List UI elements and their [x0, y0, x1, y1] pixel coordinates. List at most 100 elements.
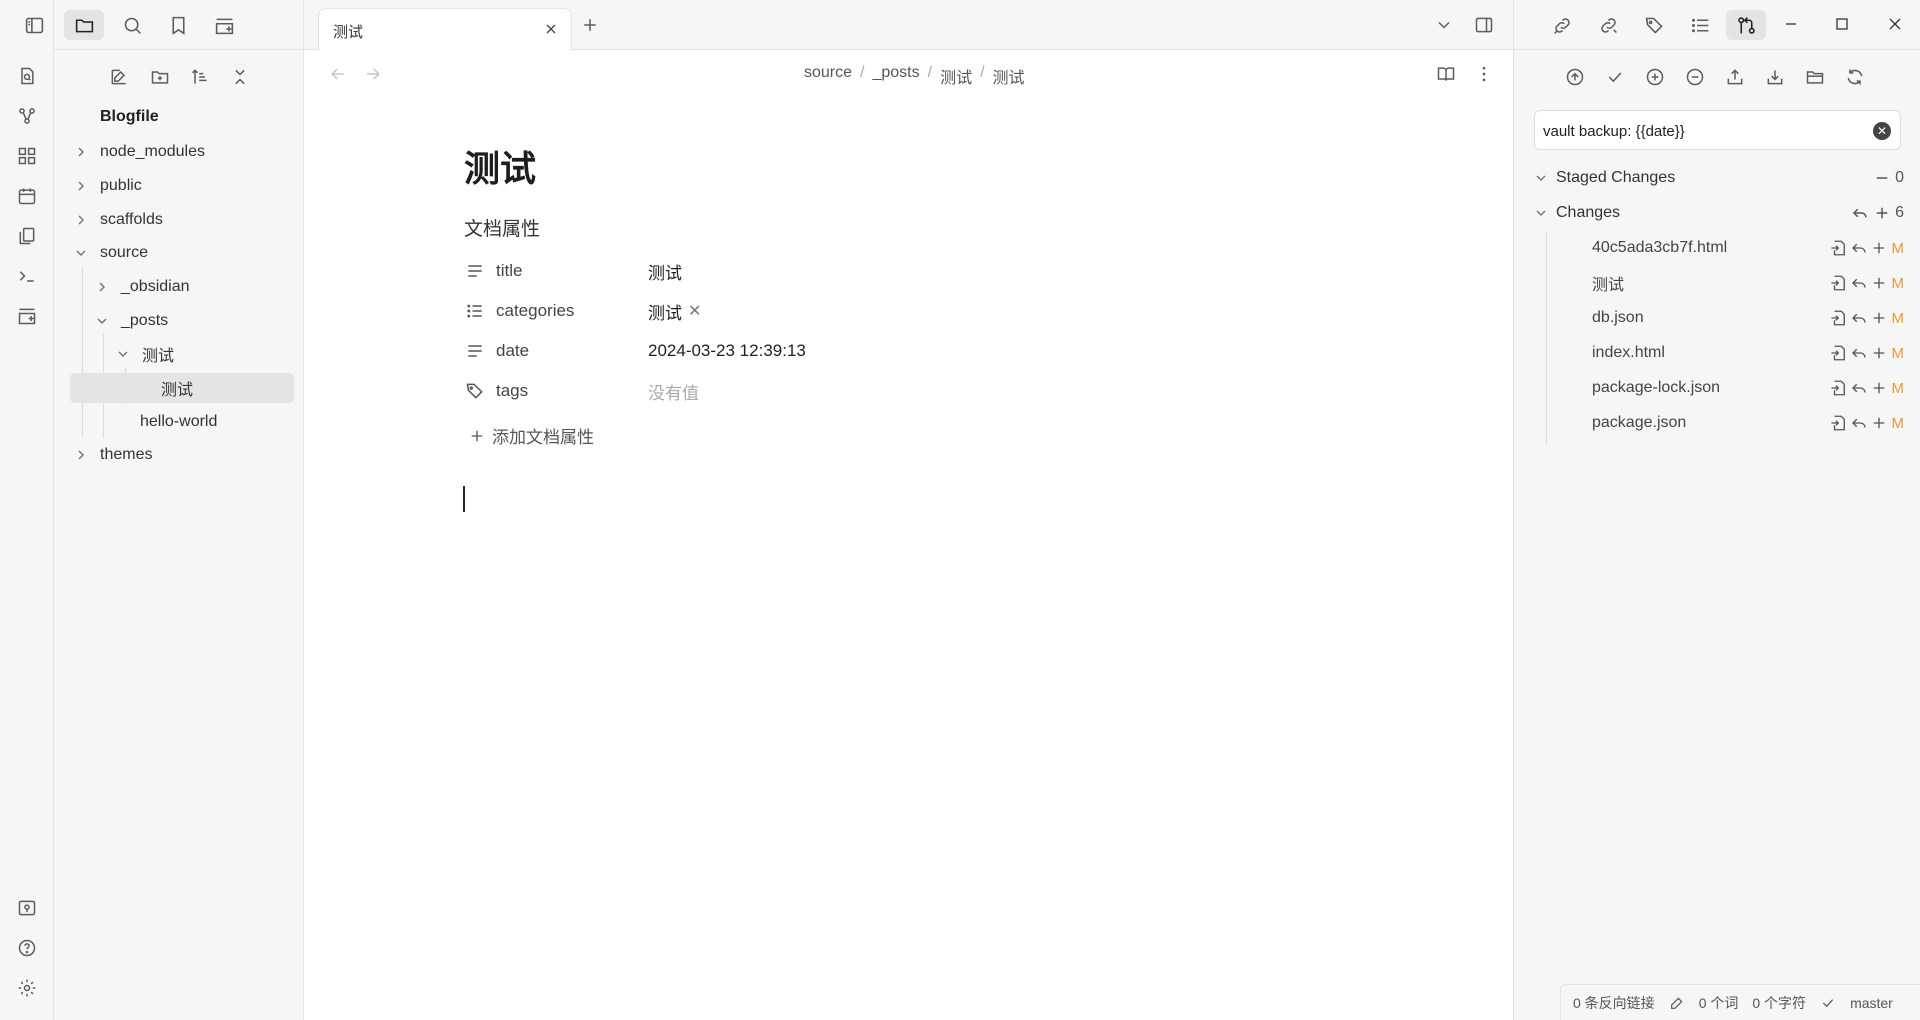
stage-plus-icon[interactable]	[1870, 309, 1888, 327]
add-property-button[interactable]: 添加文档属性	[468, 423, 594, 448]
commit-message-field[interactable]: ✕	[1534, 110, 1901, 150]
calendar-icon[interactable]	[15, 184, 39, 208]
stage-all-plus-circle-icon[interactable]	[1642, 64, 1668, 90]
open-file-icon[interactable]	[1830, 309, 1848, 327]
refresh-icon[interactable]	[1842, 64, 1868, 90]
stage-plus-icon[interactable]	[1870, 239, 1888, 257]
open-vault-icon[interactable]	[15, 896, 39, 920]
toggle-left-sidebar-icon[interactable]	[14, 10, 54, 40]
graph-view-icon[interactable]	[15, 104, 39, 128]
discard-all-undo-icon[interactable]	[1851, 204, 1869, 222]
backlinks-icon[interactable]	[1542, 10, 1582, 40]
tab-list-chevron-down-icon[interactable]	[1432, 13, 1456, 37]
property-row-title[interactable]: title 测试	[464, 254, 1164, 288]
discard-undo-icon[interactable]	[1850, 414, 1868, 432]
bookmarks-tab-icon[interactable]	[158, 10, 198, 40]
commit-message-input[interactable]	[1543, 119, 1863, 143]
tree-folder-public[interactable]: public	[74, 171, 294, 201]
changed-file-row[interactable]: 测试 M	[1554, 268, 1904, 298]
changed-file-row[interactable]: package.json M	[1554, 408, 1904, 438]
edit-pencil-icon[interactable]	[1669, 995, 1685, 1011]
new-folder-icon[interactable]	[146, 63, 174, 91]
tree-file-hello-world[interactable]: hello-world	[116, 407, 294, 437]
property-row-categories[interactable]: categories 测试 ✕	[464, 294, 1164, 328]
vault-name[interactable]: Blogfile	[100, 108, 159, 126]
canvas-icon[interactable]	[15, 144, 39, 168]
settings-gear-icon[interactable]	[15, 976, 39, 1000]
minimize-window-icon[interactable]	[1776, 10, 1806, 38]
tree-folder-posts[interactable]: _posts	[95, 306, 294, 336]
files-tab-folder-icon[interactable]	[64, 10, 104, 40]
open-file-icon[interactable]	[1830, 379, 1848, 397]
templates-icon[interactable]	[15, 224, 39, 248]
property-key[interactable]: date	[496, 341, 648, 361]
close-window-icon[interactable]	[1880, 10, 1910, 38]
back-arrow-icon[interactable]	[326, 62, 350, 86]
search-tab-icon[interactable]	[112, 10, 152, 40]
tab-test[interactable]: 测试	[318, 8, 572, 51]
clear-input-icon[interactable]: ✕	[1873, 122, 1891, 140]
property-value-empty[interactable]: 没有值	[648, 379, 699, 404]
reading-view-book-icon[interactable]	[1434, 62, 1458, 86]
discard-undo-icon[interactable]	[1850, 309, 1868, 327]
tree-folder-obsidian[interactable]: _obsidian	[95, 272, 294, 302]
git-source-control-icon[interactable]	[1726, 10, 1766, 40]
property-row-tags[interactable]: tags 没有值	[464, 374, 1164, 408]
open-file-icon[interactable]	[1830, 344, 1848, 362]
help-icon[interactable]	[15, 936, 39, 960]
changed-file-row[interactable]: index.html M	[1554, 338, 1904, 368]
terminal-icon[interactable]	[15, 264, 39, 288]
breadcrumb-item[interactable]: source	[804, 64, 852, 88]
backup-upload-circle-icon[interactable]	[1562, 64, 1588, 90]
maximize-window-icon[interactable]	[1827, 10, 1857, 38]
changed-file-row[interactable]: 40c5ada3cb7f.html M	[1554, 233, 1904, 263]
git-branch-name[interactable]: master	[1850, 995, 1893, 1011]
toggle-right-sidebar-icon[interactable]	[1472, 13, 1496, 37]
new-card-icon[interactable]	[15, 304, 39, 328]
tree-folder-node-modules[interactable]: node_modules	[74, 137, 294, 167]
unstage-all-minus-circle-icon[interactable]	[1682, 64, 1708, 90]
properties-heading[interactable]: 文档属性	[464, 214, 540, 241]
quick-switcher-icon[interactable]	[15, 64, 39, 88]
tags-pane-icon[interactable]	[1634, 10, 1674, 40]
breadcrumb-item[interactable]: 测试	[993, 64, 1025, 88]
property-value-pill[interactable]: 测试 ✕	[648, 299, 701, 324]
stage-plus-icon[interactable]	[1870, 344, 1888, 362]
text-cursor[interactable]	[463, 486, 465, 512]
stage-all-plus-icon[interactable]	[1873, 204, 1891, 222]
property-row-date[interactable]: date 2024-03-23 12:39:13	[464, 334, 1164, 368]
commit-check-icon[interactable]	[1602, 64, 1628, 90]
remove-pill-icon[interactable]: ✕	[688, 301, 701, 321]
collapse-all-icon[interactable]	[226, 63, 254, 91]
breadcrumb-item[interactable]: _posts	[872, 64, 919, 88]
tree-folder-themes[interactable]: themes	[74, 440, 294, 470]
breadcrumb-item[interactable]: 测试	[940, 64, 972, 88]
changed-file-row[interactable]: package-lock.json M	[1554, 373, 1904, 403]
open-file-icon[interactable]	[1830, 414, 1848, 432]
property-key[interactable]: tags	[496, 381, 648, 401]
backlinks-count[interactable]: 0 条反向链接	[1573, 993, 1655, 1013]
changes-header[interactable]: Changes 6	[1534, 198, 1904, 228]
new-note-icon[interactable]	[105, 63, 133, 91]
stage-plus-icon[interactable]	[1870, 379, 1888, 397]
sort-order-icon[interactable]	[186, 63, 214, 91]
close-tab-icon[interactable]	[541, 19, 561, 39]
discard-undo-icon[interactable]	[1850, 379, 1868, 397]
tree-folder-test[interactable]: 测试	[116, 339, 294, 369]
stage-plus-icon[interactable]	[1870, 414, 1888, 432]
stage-plus-icon[interactable]	[1870, 274, 1888, 292]
discard-undo-icon[interactable]	[1850, 239, 1868, 257]
open-file-icon[interactable]	[1830, 274, 1848, 292]
forward-arrow-icon[interactable]	[361, 62, 385, 86]
open-file-icon[interactable]	[1830, 239, 1848, 257]
push-upload-icon[interactable]	[1722, 64, 1748, 90]
note-title[interactable]: 测试	[464, 140, 536, 192]
changed-file-row[interactable]: db.json M	[1554, 303, 1904, 333]
tree-folder-source[interactable]: source	[74, 238, 294, 268]
outgoing-links-icon[interactable]	[1588, 10, 1628, 40]
property-key[interactable]: categories	[496, 301, 648, 321]
property-key[interactable]: title	[496, 261, 648, 281]
tree-folder-scaffolds[interactable]: scaffolds	[74, 205, 294, 235]
unstage-all-minus-icon[interactable]	[1873, 169, 1891, 187]
property-value[interactable]: 2024-03-23 12:39:13	[648, 341, 806, 361]
